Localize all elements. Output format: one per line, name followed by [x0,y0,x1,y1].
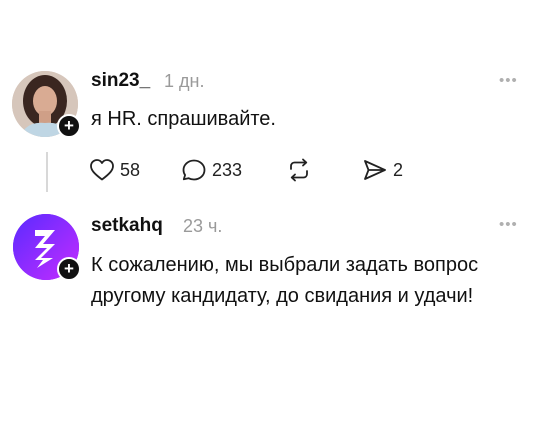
heart-icon [90,159,114,181]
timestamp: 1 дн. [164,71,205,91]
follow-plus-icon[interactable]: + [57,114,81,138]
timestamp: 23 ч. [183,216,223,236]
follow-plus-icon[interactable]: + [57,257,81,281]
post-text: К сожалению, мы выбрали задать вопрос др… [91,254,479,307]
username[interactable]: sin23_ [91,70,150,92]
repost-button[interactable] [286,158,317,182]
username[interactable]: setkahq [91,215,163,237]
more-options-icon[interactable]: ••• [499,72,518,89]
comment-icon [182,159,206,181]
comment-count: 233 [212,159,243,180]
comment-button[interactable]: 233 [181,158,242,182]
like-button[interactable]: 58 [89,158,140,182]
send-icon [364,160,386,180]
share-button[interactable]: 2 [362,158,403,182]
thread-line [46,152,48,192]
share-count: 2 [393,159,404,180]
like-count: 58 [120,159,141,180]
more-options-icon[interactable]: ••• [499,216,518,233]
repost-icon [290,158,308,182]
post-text: я HR. спрашивайте. [91,108,276,130]
